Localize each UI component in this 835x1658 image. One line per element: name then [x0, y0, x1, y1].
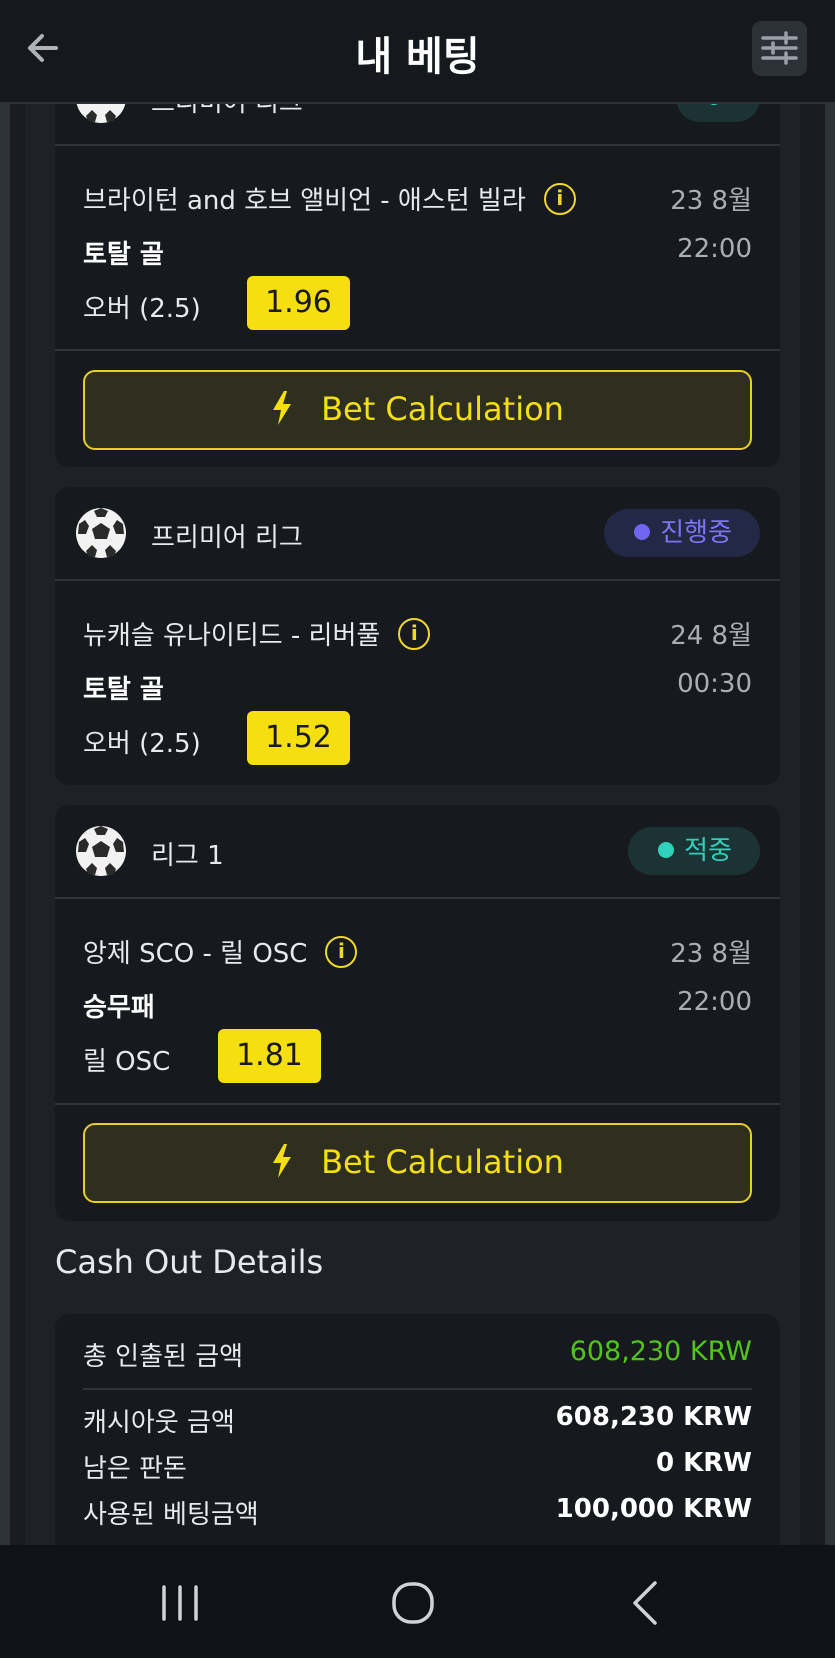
divider [83, 1388, 752, 1390]
lightning-icon [273, 391, 292, 425]
total-withdrawn-label: 총 인출된 금액 [83, 1342, 244, 1372]
market-name: 토탈 골 [83, 240, 164, 270]
bet-card: 프리미어 리그 브라이턴 and 호브 앨비언 - 애스턴 빌라i 23 8월 … [55, 44, 780, 467]
bet-card: 리그 1 적중 앙제 SCO - 릴 OSC i 23 8월 승무패 22:00 … [55, 805, 780, 1221]
odds-badge: 1.52 [247, 711, 350, 765]
selection: 오버 (2.5) [83, 729, 201, 759]
status-badge: 적중 [628, 827, 760, 875]
cashout-amount-value: 608,230 KRW [555, 1402, 752, 1432]
recent-apps-icon[interactable] [150, 1573, 210, 1633]
soccer-ball-icon [76, 826, 126, 876]
rail [800, 104, 825, 1545]
cashout-amount-row: 캐시아웃 금액 608,230 KRW [83, 1402, 752, 1438]
info-icon[interactable]: i [398, 617, 431, 650]
soccer-ball-icon [76, 508, 126, 558]
cashout-title: Cash Out Details [55, 1243, 324, 1281]
used-stake-label: 사용된 베팅금액 [83, 1500, 259, 1530]
market-name: 승무패 [83, 993, 155, 1023]
remaining-stake-value: 0 KRW [656, 1448, 752, 1478]
selection: 릴 OSC [83, 1047, 171, 1077]
system-nav-bar [0, 1545, 835, 1658]
match-name: 브라이턴 and 호브 앨비언 - 애스턴 빌라 i [83, 180, 576, 218]
match-time: 22:00 [677, 234, 752, 264]
match-name: 뉴캐슬 유나이티드 - 리버풀 i [83, 615, 431, 653]
cashout-amount-label: 캐시아웃 금액 [83, 1408, 235, 1438]
total-withdrawn-value: 608,230 KRW [569, 1336, 752, 1367]
bet-card: 프리미어 리그 진행중 뉴캐슬 유나이티드 - 리버풀 i 24 8월 토탈 골 … [55, 487, 780, 785]
match-row: 뉴캐슬 유나이티드 - 리버풀 i 24 8월 토탈 골 00:30 오버 (2.… [55, 581, 780, 781]
used-stake-row: 사용된 베팅금액 100,000 KRW [83, 1494, 752, 1530]
match-date: 23 8월 [670, 939, 752, 969]
odds-badge: 1.96 [247, 276, 350, 330]
rail [0, 104, 10, 1545]
remaining-stake-label: 남은 판돈 [83, 1454, 187, 1484]
divider [55, 1103, 780, 1105]
odds-badge: 1.81 [218, 1029, 321, 1083]
bet-calculation-button[interactable]: Bet Calculation [83, 1123, 752, 1203]
match-time: 00:30 [677, 669, 752, 699]
match-time: 22:00 [677, 987, 752, 1017]
cashout-summary: 총 인출된 금액 608,230 KRW 캐시아웃 금액 608,230 KRW… [55, 1314, 780, 1545]
info-icon[interactable]: i [543, 182, 576, 215]
match-date: 24 8월 [670, 621, 752, 651]
bet-calculation-button[interactable]: Bet Calculation [83, 370, 752, 450]
match-row: 브라이턴 and 호브 앨비언 - 애스턴 빌라 i 23 8월 토탈 골 22:… [55, 146, 780, 346]
bet-list[interactable]: 프리미어 리그 브라이턴 and 호브 앨비언 - 애스턴 빌라i 23 8월 … [0, 0, 835, 1545]
home-icon[interactable] [383, 1573, 443, 1633]
selection: 오버 (2.5) [83, 294, 201, 324]
page-title: 내 베팅 [355, 34, 480, 80]
league-name: 프리미어 리그 [151, 523, 303, 553]
match-date: 23 8월 [670, 186, 752, 216]
divider [55, 349, 780, 351]
league-row: 리그 1 적중 [55, 805, 780, 897]
rail [825, 104, 835, 1545]
market-name: 토탈 골 [83, 675, 164, 705]
status-badge: 진행중 [604, 509, 760, 557]
filter-button[interactable] [752, 21, 807, 76]
back-icon[interactable] [617, 1573, 677, 1633]
league-name: 리그 1 [151, 841, 224, 871]
info-icon[interactable]: i [325, 935, 358, 968]
sliders-icon [761, 31, 798, 65]
match-row: 앙제 SCO - 릴 OSC i 23 8월 승무패 22:00 릴 OSC 1.… [55, 899, 780, 1099]
app-header: 내 베팅 [0, 0, 835, 104]
league-row: 프리미어 리그 진행중 [55, 487, 780, 579]
lightning-icon [273, 1144, 292, 1178]
match-name: 앙제 SCO - 릴 OSC i [83, 933, 358, 971]
rail [10, 104, 25, 1545]
total-withdrawn-row: 총 인출된 금액 608,230 KRW [83, 1336, 752, 1372]
used-stake-value: 100,000 KRW [555, 1494, 752, 1524]
remaining-stake-row: 남은 판돈 0 KRW [83, 1448, 752, 1484]
